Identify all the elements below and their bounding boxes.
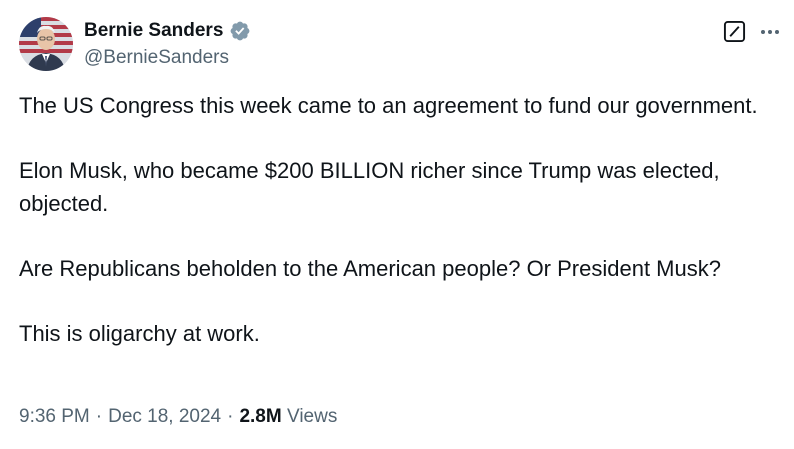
tweet-date: Dec 18, 2024 xyxy=(108,406,222,427)
author-handle[interactable]: @BernieSanders xyxy=(84,47,229,69)
tweet-paragraph: This is oligarchy at work. xyxy=(19,320,260,346)
meta-separator: · xyxy=(227,406,234,427)
views-count[interactable]: 2.8M xyxy=(239,406,281,427)
meta-separator: · xyxy=(95,406,103,427)
tweet-paragraph: Are Republicans beholden to the American… xyxy=(19,255,721,281)
tweet-text: The US Congress this week came to an agr… xyxy=(19,90,779,350)
tweet-paragraph: The US Congress this week came to an agr… xyxy=(19,93,758,118)
tweet-meta: 9:36 PM · Dec 18, 2024 · 2.8M Views xyxy=(19,404,337,430)
tweet-time: 9:36 PM xyxy=(19,406,90,427)
tweet-paragraph: Elon Musk, who became $200 BILLION riche… xyxy=(19,158,726,216)
avatar-image xyxy=(19,17,73,71)
author-display-name[interactable]: Bernie Sanders xyxy=(84,20,223,42)
tweet: Bernie Sanders @BernieSanders The US Con… xyxy=(0,0,794,449)
avatar[interactable] xyxy=(19,17,73,71)
more-options-icon[interactable] xyxy=(758,21,782,43)
author-name-row: Bernie Sanders xyxy=(84,19,251,43)
grok-icon[interactable] xyxy=(723,20,746,43)
verified-badge-icon[interactable] xyxy=(229,20,251,42)
tweet-timestamp-link[interactable]: 9:36 PM · Dec 18, 2024 xyxy=(19,406,221,427)
views-label: Views xyxy=(286,406,338,427)
